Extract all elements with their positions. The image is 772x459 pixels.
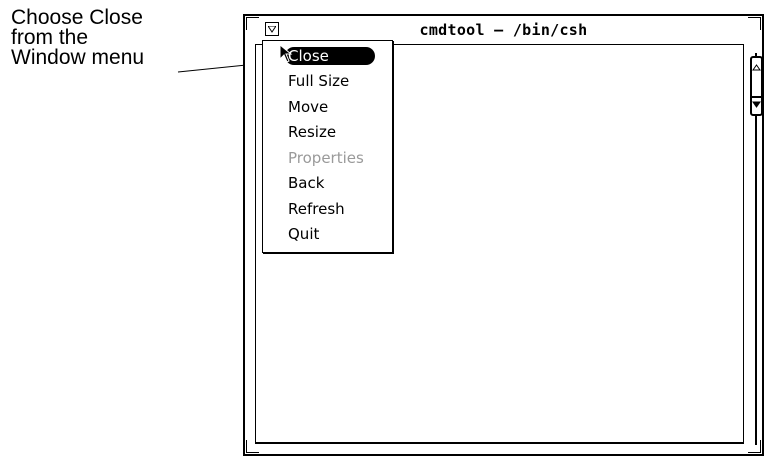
- scroll-up-button[interactable]: [752, 61, 761, 76]
- window-menu: Close Full Size Move Resize Properties B…: [262, 40, 393, 253]
- window-title-bar[interactable]: cmdtool – /bin/csh: [245, 16, 762, 42]
- vertical-scrollbar[interactable]: [750, 53, 763, 445]
- menu-item-close[interactable]: Close: [285, 47, 375, 65]
- window-title: cmdtool – /bin/csh: [419, 21, 588, 39]
- scroll-down-arrow-icon: [752, 101, 761, 108]
- menu-item-move[interactable]: Move: [288, 96, 328, 118]
- callout-line-2: from the: [11, 26, 89, 49]
- menu-item-back[interactable]: Back: [288, 172, 324, 194]
- menu-item-refresh[interactable]: Refresh: [288, 198, 345, 220]
- menu-item-quit[interactable]: Quit: [288, 223, 319, 245]
- menu-item-resize[interactable]: Resize: [288, 121, 336, 143]
- scroll-down-button[interactable]: [752, 96, 761, 113]
- callout-line-1: Choose Close: [11, 6, 143, 29]
- scrollbar-elevator[interactable]: [750, 56, 763, 116]
- scroll-up-arrow-icon: [752, 64, 761, 71]
- callout-line-3: Window menu: [11, 46, 145, 69]
- menu-item-full-size[interactable]: Full Size: [288, 70, 349, 92]
- mouse-pointer-icon: [280, 45, 293, 63]
- menu-item-properties: Properties: [288, 149, 364, 167]
- instruction-callout: Choose Close from the Window menu: [11, 6, 186, 69]
